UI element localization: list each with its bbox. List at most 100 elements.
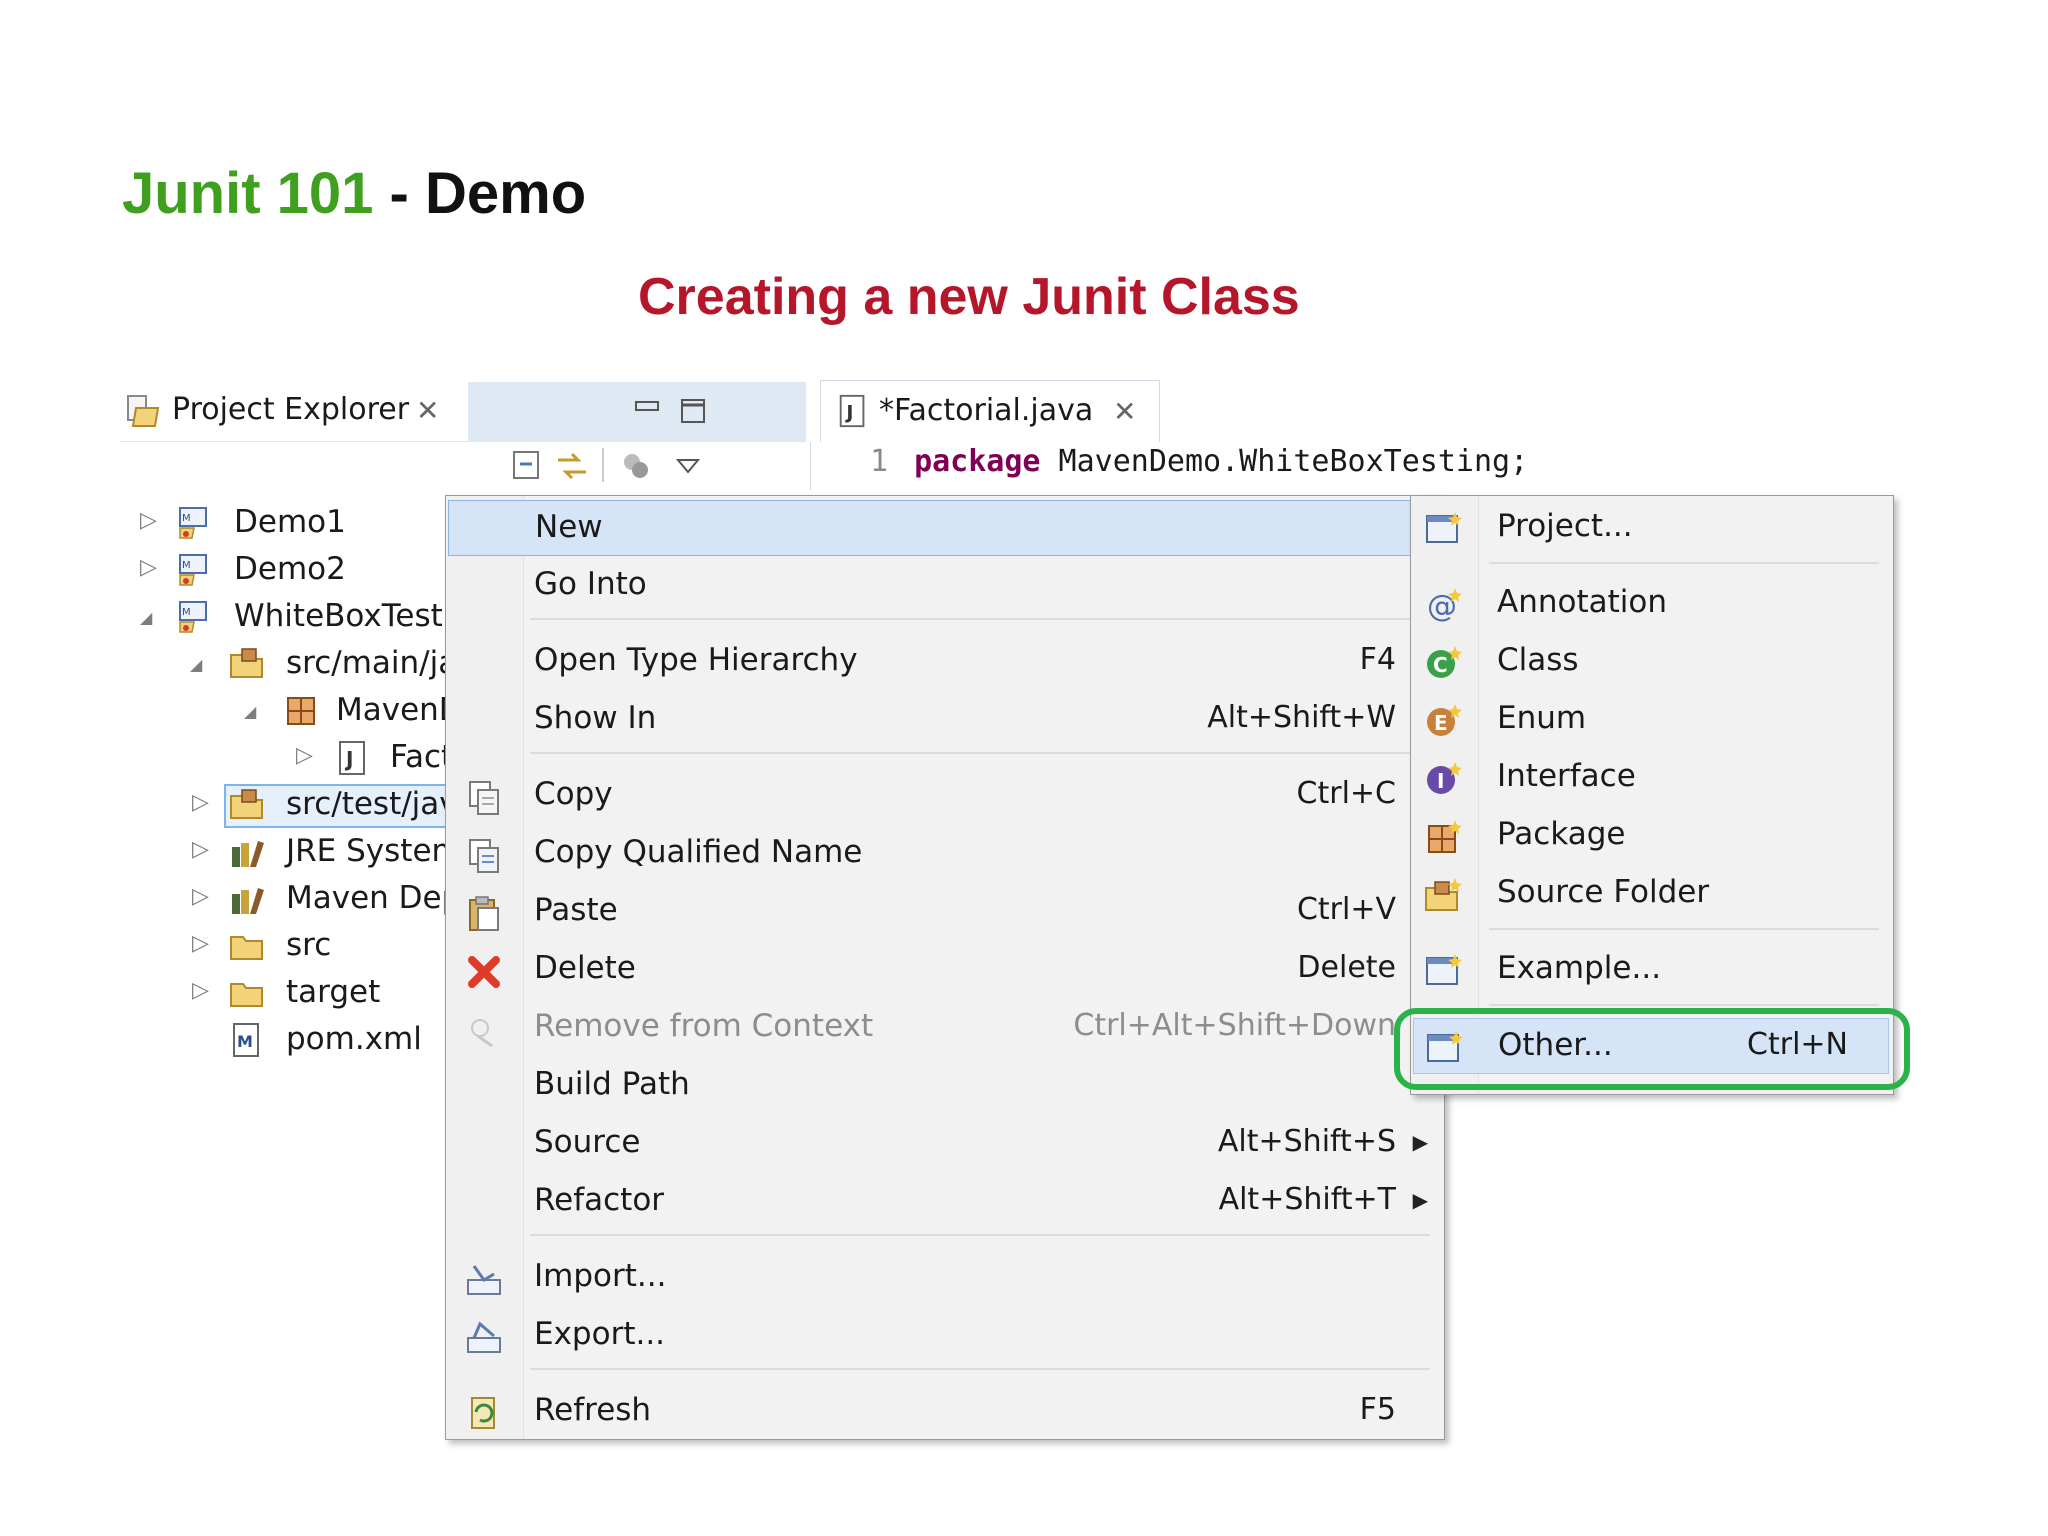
maximize-icon[interactable] (678, 396, 708, 426)
menu-item-copy-qualified-name[interactable]: Copy Qualified Name (448, 826, 1442, 882)
svg-text:M: M (237, 1032, 253, 1051)
menu-item-copy[interactable]: Copy Ctrl+C (448, 768, 1442, 824)
context-menu: New ▶ Go Into Open Type Hierarchy F4 Sho… (445, 495, 1445, 1440)
tree-item[interactable]: ▷ JRE System (120, 831, 450, 877)
tree-twisty[interactable]: ◢ (140, 608, 152, 627)
menu-item-shortcut: Ctrl+C (1296, 776, 1396, 811)
menu-separator (1489, 928, 1879, 930)
svg-text:C: C (1433, 653, 1448, 677)
tree-item[interactable]: ▷ Maven Dep (120, 878, 450, 924)
tree-twisty[interactable]: ◢ (244, 702, 256, 721)
menu-item-label: Paste (534, 892, 618, 928)
menu-item-import[interactable]: Import... (448, 1250, 1442, 1306)
close-icon[interactable]: ✕ (416, 394, 439, 427)
menu-item-label: Source (534, 1124, 641, 1160)
editor-tab-label: *Factorial.java (879, 393, 1094, 428)
tree-twisty[interactable]: ▷ (192, 790, 209, 815)
svg-text:M: M (182, 607, 191, 618)
tree-item[interactable]: ◢ src/main/ja (120, 643, 450, 689)
tree-item[interactable]: ▷ src (120, 925, 450, 971)
remove-context-icon (471, 1019, 493, 1048)
menu-item-label: Show In (534, 700, 657, 736)
tree-item[interactable]: ▷ J Fact (120, 737, 450, 783)
menu-item-label: Export... (534, 1316, 666, 1352)
tree-item[interactable]: M pom.xml (120, 1019, 450, 1065)
menu-item-shortcut: Ctrl+V (1296, 892, 1396, 927)
toolbar-separator (602, 448, 604, 482)
project-explorer-tab[interactable]: Project Explorer ✕ (120, 380, 468, 442)
menu-item-show-in[interactable]: Show In Alt+Shift+W ▶ (448, 692, 1442, 748)
focus-task-icon[interactable] (618, 448, 654, 484)
menu-item-new[interactable]: New ▶ (448, 500, 1442, 556)
annotation-icon: @ (1427, 588, 1462, 624)
tree-item-label: src (286, 927, 332, 963)
menu-item-delete[interactable]: Delete Delete (448, 942, 1442, 998)
menu-item-open-type-hierarchy[interactable]: Open Type Hierarchy F4 (448, 634, 1442, 690)
tree-item[interactable]: ◢ M WhiteBoxTesti (120, 596, 450, 642)
close-icon[interactable]: ✕ (1113, 395, 1136, 428)
menu-item-label: Package (1497, 816, 1626, 852)
submenu-item-example[interactable]: Example... (1413, 942, 1889, 998)
tree-twisty[interactable]: ▷ (140, 508, 157, 533)
link-with-editor-icon[interactable] (552, 446, 592, 486)
tree-twisty[interactable]: ▷ (192, 978, 209, 1003)
source-folder-icon (230, 789, 263, 819)
tree-twisty[interactable]: ▷ (192, 931, 209, 956)
tree-item-label: src/main/ja (286, 645, 450, 681)
editor-tab[interactable]: J *Factorial.java ✕ (820, 380, 1160, 442)
menu-item-refactor[interactable]: Refactor Alt+Shift+T ▶ (448, 1174, 1442, 1230)
menu-item-shortcut: F4 (1359, 642, 1396, 677)
view-menu-icon[interactable] (672, 450, 704, 482)
menu-item-go-into[interactable]: Go Into (448, 558, 1442, 614)
menu-item-label: Annotation (1497, 584, 1668, 620)
menu-item-paste[interactable]: Paste Ctrl+V (448, 884, 1442, 940)
svg-text:J: J (844, 402, 853, 424)
project-explorer-tab-label: Project Explorer (172, 392, 410, 427)
collapse-all-icon[interactable] (510, 448, 546, 484)
enum-icon: E (1427, 704, 1462, 736)
svg-text:I: I (1437, 769, 1444, 793)
submenu-item-interface[interactable]: I Interface (1413, 750, 1889, 806)
tree-item-label: pom.xml (286, 1021, 422, 1057)
tree-item-label: Fact (390, 739, 450, 775)
menu-item-remove-from-context[interactable]: Remove from Context Ctrl+Alt+Shift+Down (448, 1000, 1442, 1056)
minimize-icon[interactable] (632, 396, 662, 426)
package-icon (287, 697, 315, 725)
submenu-item-enum[interactable]: E Enum (1413, 692, 1889, 748)
slide-title-suffix: - Demo (373, 161, 587, 226)
tree-twisty[interactable]: ▷ (192, 884, 209, 909)
tree-item-selected[interactable]: ▷ src/test/jav (120, 784, 450, 830)
menu-item-label: Interface (1497, 758, 1636, 794)
submenu-item-project[interactable]: Project... (1413, 500, 1889, 556)
tree-item[interactable]: ▷ M Demo2 (120, 549, 450, 595)
new-project-icon (1426, 512, 1462, 543)
tree-item-label: Maven Dep (286, 880, 450, 916)
submenu-item-annotation[interactable]: @ Annotation (1413, 576, 1889, 632)
svg-text:E: E (1434, 711, 1448, 735)
menu-item-shortcut: Delete (1297, 950, 1396, 985)
menu-item-shortcut: Alt+Shift+W (1207, 700, 1396, 735)
eclipse-screenshot: Project Explorer ✕ ▷ M Demo1 ▷ M Demo2 ◢… (120, 380, 2020, 1440)
menu-item-build-path[interactable]: Build Path ▶ (448, 1058, 1442, 1114)
menu-item-label: Import... (534, 1258, 667, 1294)
menu-item-label: Project... (1497, 508, 1633, 544)
paste-icon (469, 896, 499, 931)
menu-item-refresh[interactable]: Refresh F5 (448, 1384, 1442, 1439)
tree-twisty[interactable]: ▷ (296, 743, 313, 768)
tree-twisty[interactable]: ◢ (190, 655, 202, 674)
import-icon (467, 1265, 501, 1295)
menu-item-source[interactable]: Source Alt+Shift+S ▶ (448, 1116, 1442, 1172)
tree-twisty[interactable]: ▷ (192, 837, 209, 862)
tree-item[interactable]: ▷ M Demo1 (120, 502, 450, 548)
submenu-item-package[interactable]: Package (1413, 808, 1889, 864)
menu-item-shortcut: Alt+Shift+S (1217, 1124, 1396, 1159)
submenu-item-source-folder[interactable]: Source Folder (1413, 866, 1889, 922)
submenu-item-class[interactable]: C Class (1413, 634, 1889, 690)
menu-item-label: Remove from Context (534, 1008, 874, 1044)
tree-item[interactable]: ▷ target (120, 972, 450, 1018)
tree-item[interactable]: ◢ MavenD (120, 690, 450, 736)
tree-twisty[interactable]: ▷ (140, 555, 157, 580)
svg-text:M: M (182, 560, 191, 571)
menu-item-export[interactable]: Export... (448, 1308, 1442, 1364)
menu-item-label: Go Into (534, 566, 647, 602)
